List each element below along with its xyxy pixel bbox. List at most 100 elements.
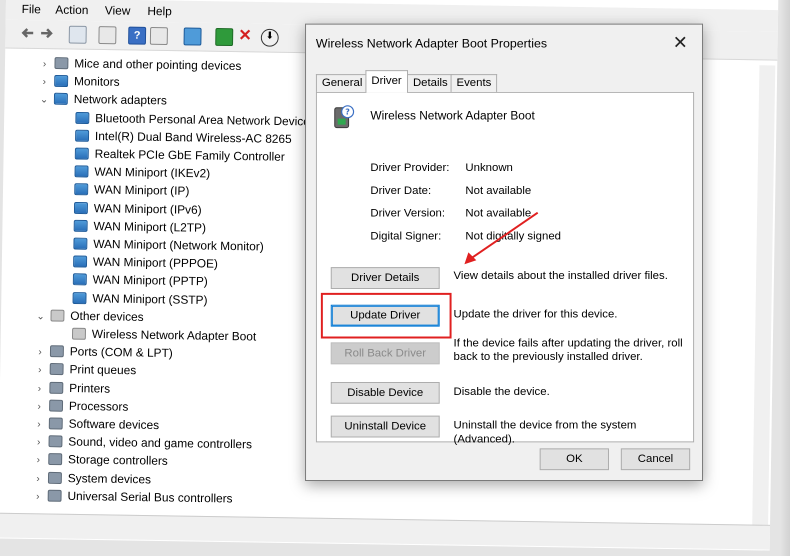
network-adapter-icon xyxy=(54,75,69,88)
network-adapter-icon xyxy=(74,183,89,196)
back-arrow-icon[interactable] xyxy=(19,25,35,41)
tree-category[interactable]: ⌄ Other devices xyxy=(35,306,144,326)
device-category-icon xyxy=(54,57,69,70)
tree-device[interactable]: WAN Miniport (IPv6) xyxy=(58,198,202,218)
tree-label: Intel(R) Dual Band Wireless-AC 8265 xyxy=(94,128,292,146)
device-name: Wireless Network Adapter Boot xyxy=(370,108,535,123)
network-adapter-icon xyxy=(73,219,88,232)
network-adapter-icon xyxy=(75,111,90,124)
tree-label: Monitors xyxy=(73,74,120,90)
screenshot: File Action View Help ? ✕ ⬇ › Mice and ot… xyxy=(0,0,790,556)
menu-action[interactable]: Action xyxy=(55,3,88,17)
properties-dialog: Wireless Network Adapter Boot Properties… xyxy=(305,23,704,482)
tree-category[interactable]: › Processors xyxy=(33,396,128,415)
tree-label: Wireless Network Adapter Boot xyxy=(91,327,257,344)
tree-label: Network adapters xyxy=(73,92,167,108)
device-category-icon xyxy=(48,435,63,448)
device-category-icon xyxy=(47,489,62,502)
tree-device[interactable]: WAN Miniport (L2TP) xyxy=(58,216,206,236)
tree-category[interactable]: › System devices xyxy=(32,468,151,488)
menu-help[interactable]: Help xyxy=(147,4,172,18)
tree-label: WAN Miniport (L2TP) xyxy=(93,218,207,235)
device-category-icon xyxy=(48,453,63,466)
chevron-right-icon[interactable]: › xyxy=(32,488,44,506)
monitor-icon[interactable] xyxy=(183,27,202,46)
tree-category[interactable]: › Printers xyxy=(33,378,110,397)
device-category-icon xyxy=(49,399,64,412)
menu-view[interactable]: View xyxy=(105,3,131,17)
view-icon[interactable] xyxy=(149,26,168,46)
tree-label: Realtek PCIe GbE Family Controller xyxy=(94,146,285,164)
device-category-icon xyxy=(49,381,64,394)
tree-label: WAN Miniport (Network Monitor) xyxy=(93,236,264,254)
unknown-device-icon xyxy=(50,309,65,322)
tree-label: Mice and other pointing devices xyxy=(74,56,242,73)
tree-device[interactable]: WAN Miniport (SSTP) xyxy=(57,288,208,308)
chevron-down-icon[interactable]: ⌄ xyxy=(35,308,47,326)
uninstall-x-icon[interactable]: ✕ xyxy=(237,27,253,44)
driver-details-button[interactable]: Driver Details xyxy=(330,267,440,289)
edge-shadow xyxy=(780,0,790,556)
network-adapter-icon xyxy=(75,129,90,142)
console-icon[interactable] xyxy=(98,26,117,45)
cancel-button[interactable]: Cancel xyxy=(620,448,691,471)
tree-label: Bluetooth Personal Area Network Device xyxy=(95,110,310,129)
chevron-down-icon[interactable]: ⌄ xyxy=(38,92,50,110)
network-adapter-icon xyxy=(74,147,89,160)
tree-label: Universal Serial Bus controllers xyxy=(67,488,233,506)
properties-icon[interactable] xyxy=(68,25,87,44)
update-driver-icon[interactable] xyxy=(215,27,234,47)
tree-device[interactable]: WAN Miniport (PPPOE) xyxy=(57,252,218,272)
tree-category[interactable]: › Software devices xyxy=(33,414,159,434)
forward-arrow-icon[interactable] xyxy=(39,25,55,41)
tilted-view: File Action View Help ? ✕ ⬇ › Mice and ot… xyxy=(0,0,788,551)
tree-label: System devices xyxy=(67,470,152,486)
tree-label: Sound, video and game controllers xyxy=(68,434,253,452)
network-adapter-icon xyxy=(72,273,87,286)
driver-version-label: Driver Version: xyxy=(370,207,446,220)
unknown-device-icon xyxy=(71,327,86,340)
uninstall-device-button[interactable]: Uninstall Device xyxy=(330,415,440,438)
dialog-title: Wireless Network Adapter Boot Properties xyxy=(315,36,548,51)
tree-category[interactable]: › Storage controllers xyxy=(32,450,168,470)
ok-button[interactable]: OK xyxy=(539,448,609,471)
tree-category[interactable]: › Print queues xyxy=(34,360,137,379)
device-category-icon xyxy=(49,345,64,358)
tree-category[interactable]: › Ports (COM & LPT) xyxy=(34,342,173,362)
tree-category[interactable]: ⌄ Network adapters xyxy=(38,90,167,110)
tree-label: Other devices xyxy=(70,308,144,324)
update-driver-description: Update the driver for this device. xyxy=(453,308,618,321)
tree-category[interactable]: › Universal Serial Bus controllers xyxy=(32,486,233,507)
tree-device[interactable]: WAN Miniport (IKEv2) xyxy=(59,162,211,182)
roll-back-driver-description: If the device fails after updating the d… xyxy=(453,337,683,364)
tree-label: WAN Miniport (SSTP) xyxy=(92,290,208,307)
tab-driver[interactable]: Driver xyxy=(365,70,408,93)
network-adapter-icon xyxy=(74,165,89,178)
help-icon[interactable]: ? xyxy=(128,26,147,45)
disable-device-description: Disable the device. xyxy=(453,385,550,398)
network-adapter-icon xyxy=(73,201,88,214)
download-icon[interactable]: ⬇ xyxy=(260,28,279,47)
driver-details-description: View details about the installed driver … xyxy=(453,270,668,283)
tab-general[interactable]: General xyxy=(315,74,369,92)
tree-label: WAN Miniport (IP) xyxy=(94,182,190,199)
driver-provider-value: Unknown xyxy=(465,162,513,175)
disable-device-button[interactable]: Disable Device xyxy=(330,382,440,404)
network-adapter-icon xyxy=(73,237,88,250)
menu-file[interactable]: File xyxy=(22,2,41,16)
svg-text:?: ? xyxy=(345,108,350,117)
network-adapter-icon xyxy=(53,93,68,106)
digital-signer-label: Digital Signer: xyxy=(370,230,442,243)
tab-details[interactable]: Details xyxy=(407,74,454,92)
red-arrow-icon xyxy=(464,211,539,265)
close-icon[interactable]: ✕ xyxy=(668,31,692,55)
driver-provider-label: Driver Provider: xyxy=(370,162,450,175)
tree-device[interactable]: WAN Miniport (IP) xyxy=(58,180,189,200)
device-category-icon xyxy=(47,471,62,484)
tree-label: WAN Miniport (IPv6) xyxy=(93,200,202,217)
tree-category[interactable]: › Monitors xyxy=(38,72,120,91)
network-adapter-icon xyxy=(73,255,88,268)
tree-label: WAN Miniport (IKEv2) xyxy=(94,164,211,181)
tab-events[interactable]: Events xyxy=(450,74,498,92)
tree-device[interactable]: WAN Miniport (PPTP) xyxy=(57,270,208,290)
